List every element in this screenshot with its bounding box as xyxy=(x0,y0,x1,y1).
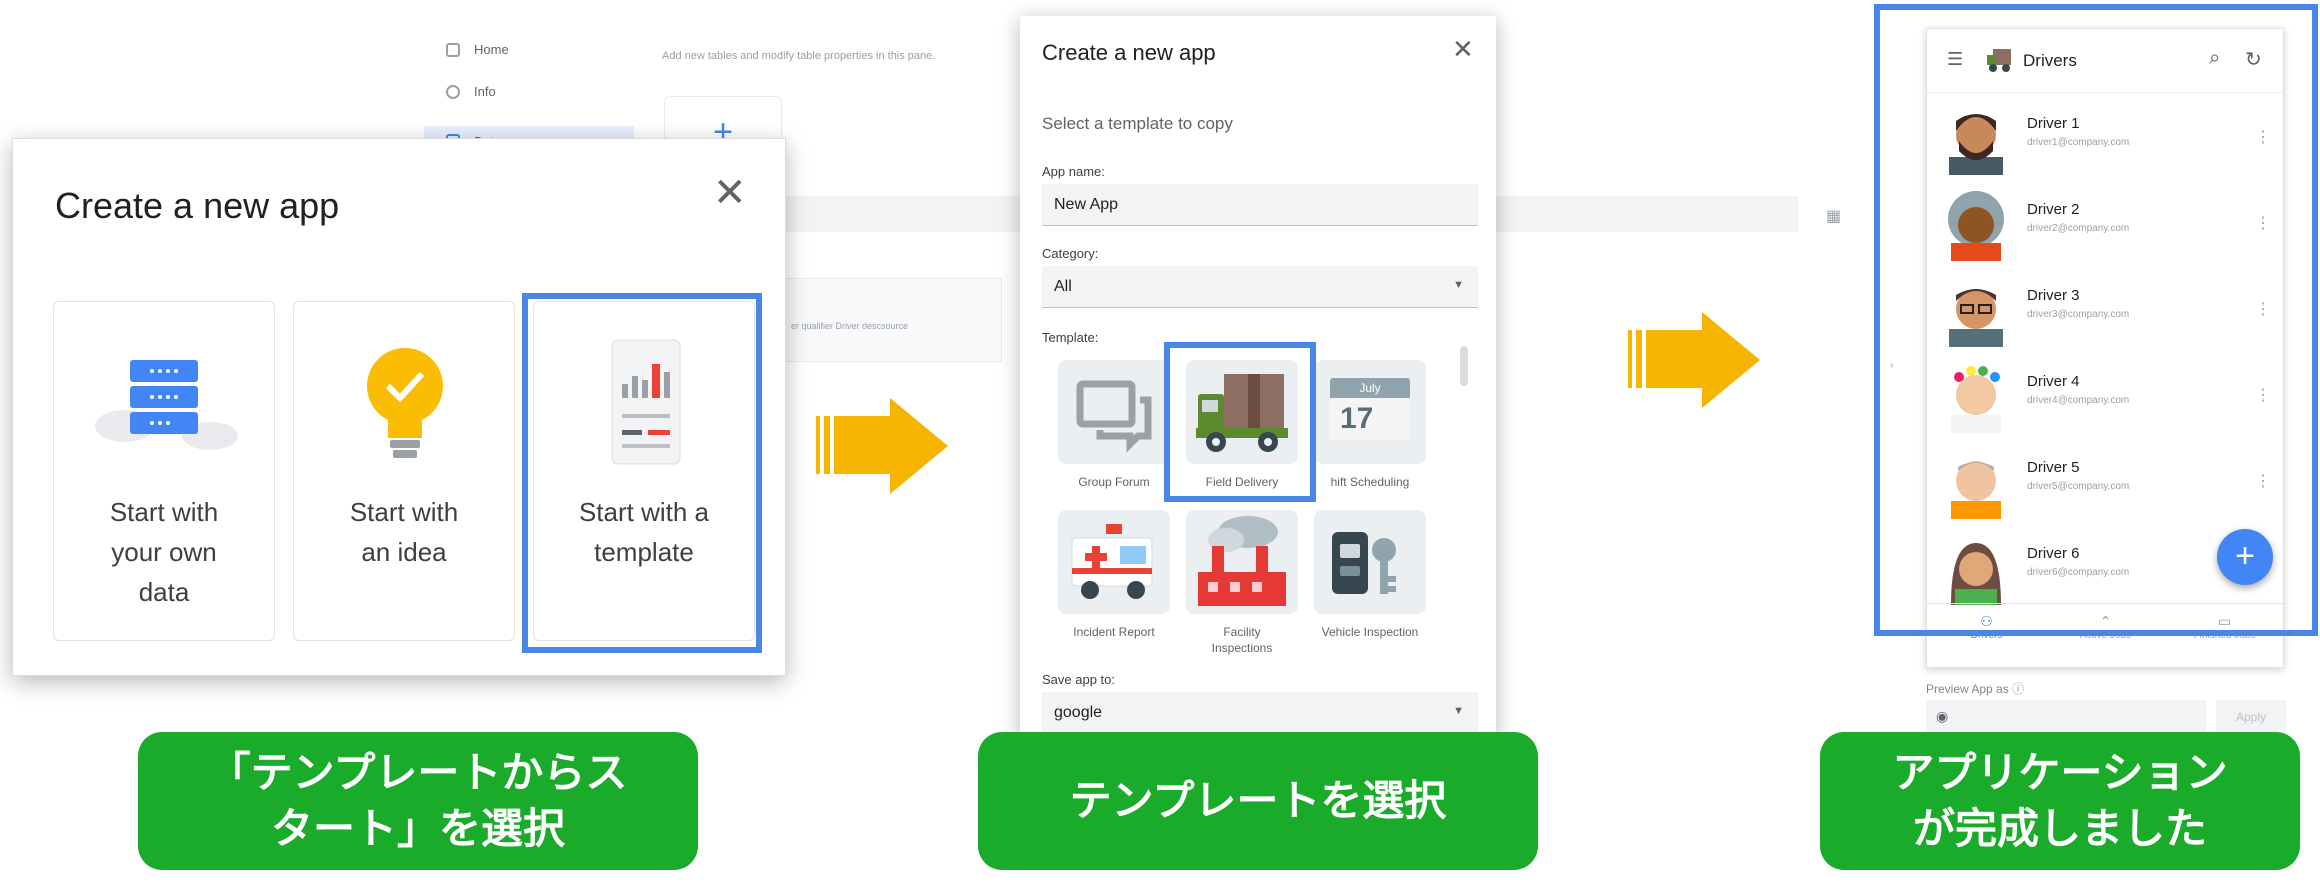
caption-step-2: テンプレートを選択 xyxy=(978,732,1538,870)
preview-as-label: Preview App as ⓘ xyxy=(1926,682,2025,696)
template-name: Incident Report xyxy=(1073,625,1155,639)
caption-step-1: 「テンプレートからス タート」を選択 xyxy=(138,732,698,870)
option-label: Start with an idea xyxy=(349,497,459,567)
grid-icon[interactable]: ▦ xyxy=(1826,206,1841,226)
start-idea-card[interactable]: Start with an idea xyxy=(293,301,515,641)
template-option-highlight xyxy=(522,293,762,653)
tile xyxy=(1058,360,1170,464)
dialog-title: Create a new app xyxy=(55,185,340,226)
close-icon[interactable]: ✕ xyxy=(713,173,747,213)
account-icon: ◉ xyxy=(1936,708,1949,724)
preview-user-select[interactable]: ◉ xyxy=(1926,700,2206,734)
nav-item-info[interactable]: Info xyxy=(446,84,496,99)
home-icon xyxy=(446,42,460,57)
save-app-label: Save app to: xyxy=(1042,672,1115,687)
calendar-day: 17 xyxy=(1330,398,1410,440)
template-name: Group Forum xyxy=(1078,475,1150,489)
factory-icon xyxy=(1198,516,1286,606)
chat-icon xyxy=(1076,380,1152,453)
ambulance-icon xyxy=(1071,524,1153,599)
app-name-label: App name: xyxy=(1042,164,1105,179)
category-value: All xyxy=(1054,278,1072,295)
template-shift-scheduling[interactable]: July 17 hift Scheduling xyxy=(1314,360,1426,490)
pane-hint: Add new tables and modify table properti… xyxy=(662,50,936,62)
dialog-title: Create a new app xyxy=(1042,40,1216,65)
template-incident-report[interactable]: Incident Report xyxy=(1058,510,1170,640)
template-label: Template: xyxy=(1042,330,1099,345)
car-key-icon xyxy=(1332,532,1396,594)
arrow-right-icon xyxy=(1628,312,1778,408)
tile: July 17 xyxy=(1314,360,1426,464)
template-name: Vehicle Inspection xyxy=(1321,625,1419,639)
tile xyxy=(1186,510,1298,614)
arrow-right-icon xyxy=(816,398,966,494)
app-name-input[interactable]: New App xyxy=(1042,184,1478,226)
nav-item-label: Info xyxy=(474,84,496,99)
template-group-forum[interactable]: Group Forum xyxy=(1058,360,1170,490)
app-preview-highlight xyxy=(1874,4,2318,636)
start-own-data-card[interactable]: Start with your own data xyxy=(53,301,275,641)
field-delivery-highlight xyxy=(1164,342,1316,502)
template-name: Facility Inspections xyxy=(1211,625,1273,655)
nav-item-home[interactable]: Home xyxy=(446,42,509,57)
tile xyxy=(1058,510,1170,614)
apply-button[interactable]: Apply xyxy=(2216,700,2286,734)
category-label: Category: xyxy=(1042,246,1099,261)
server-stack-icon xyxy=(95,360,238,450)
template-vehicle-inspection[interactable]: Vehicle Inspection xyxy=(1314,510,1426,640)
category-select[interactable]: All ▼ xyxy=(1042,266,1478,308)
option-label: Start with your own data xyxy=(109,497,219,607)
calendar-month: July xyxy=(1330,378,1410,398)
caption-step-3: アプリケーション が完成しました xyxy=(1820,732,2300,870)
close-icon[interactable]: ✕ xyxy=(1452,34,1474,65)
scrollbar[interactable] xyxy=(1460,346,1468,386)
dialog-subtitle: Select a template to copy xyxy=(1042,114,1233,133)
template-facility-inspections[interactable]: Facility Inspections xyxy=(1186,510,1298,656)
save-app-value: google xyxy=(1054,704,1103,721)
tile xyxy=(1314,510,1426,614)
chevron-down-icon: ▼ xyxy=(1453,279,1464,291)
template-name: hift Scheduling xyxy=(1330,475,1410,489)
chevron-down-icon: ▼ xyxy=(1453,705,1464,717)
lightbulb-icon xyxy=(367,348,443,458)
save-app-select[interactable]: google ▼ xyxy=(1042,692,1478,734)
info-icon xyxy=(446,84,460,99)
nav-item-label: Home xyxy=(474,42,509,57)
column-card: er qualifier Driver descsource xyxy=(780,278,1002,362)
